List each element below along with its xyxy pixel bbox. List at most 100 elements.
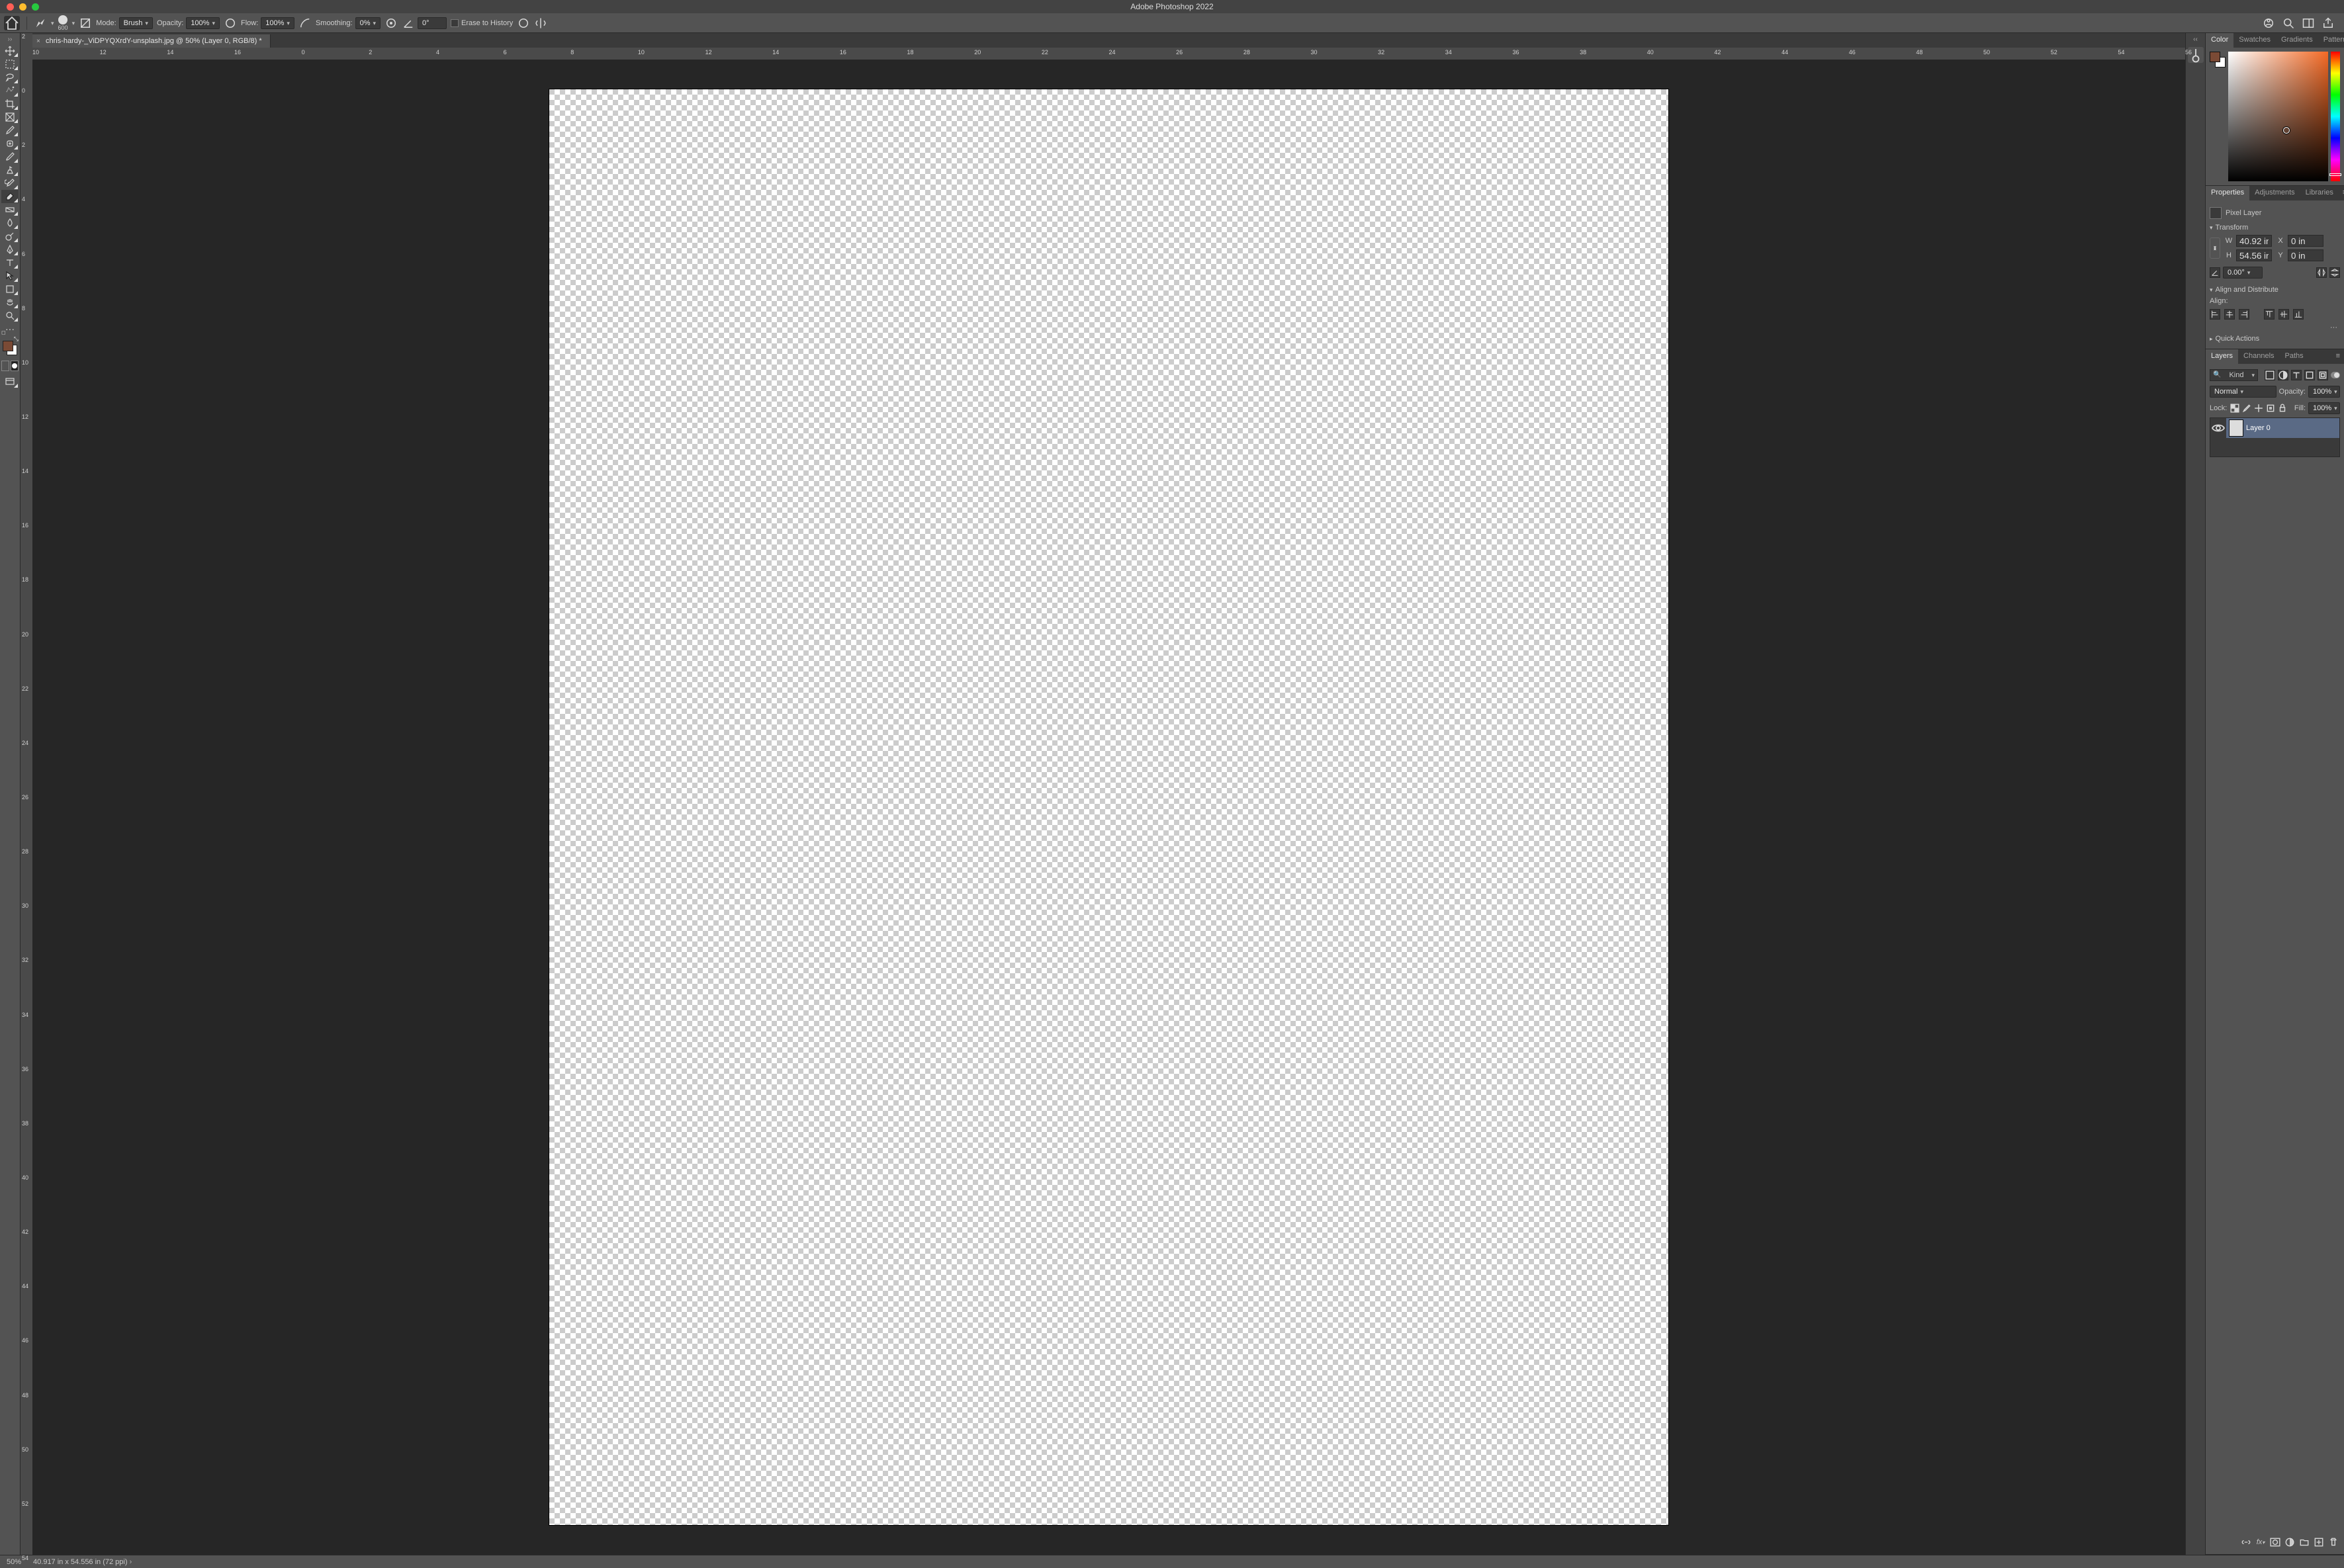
cloud-docs-button[interactable] — [2262, 17, 2275, 30]
canvas-area[interactable] — [32, 60, 2185, 1555]
filter-pixel-icon[interactable] — [2265, 370, 2275, 380]
align-more-button[interactable]: ··· — [2210, 322, 2340, 333]
transform-section-toggle[interactable]: Transform — [2210, 222, 2340, 234]
eraser-tool[interactable] — [1, 190, 19, 203]
quickmask-mode-button[interactable] — [11, 361, 19, 371]
align-vcenter-button[interactable] — [2278, 309, 2289, 320]
filter-shape-icon[interactable] — [2304, 370, 2315, 380]
workspace-button[interactable] — [2302, 17, 2315, 30]
window-minimize-button[interactable] — [19, 3, 26, 11]
brush-picker-chev[interactable] — [72, 19, 75, 27]
quick-actions-toggle[interactable]: Quick Actions — [2210, 333, 2340, 345]
align-hcenter-button[interactable] — [2224, 309, 2235, 320]
selection-tool[interactable] — [1, 84, 19, 97]
search-button[interactable] — [2282, 17, 2295, 30]
opacity-input[interactable]: 100% — [186, 17, 220, 29]
color-swatches[interactable] — [1, 339, 19, 357]
align-right-button[interactable] — [2239, 309, 2249, 320]
layer-filter-select[interactable]: 🔍Kind — [2210, 369, 2258, 381]
hue-slider-cursor[interactable] — [2329, 173, 2341, 176]
height-input[interactable] — [2236, 249, 2272, 261]
gradient-tool[interactable] — [1, 203, 19, 216]
tab-libraries[interactable]: Libraries — [2300, 186, 2339, 200]
align-section-toggle[interactable]: Align and Distribute — [2210, 284, 2340, 296]
default-colors-button[interactable]: ◻ — [1, 329, 6, 335]
lock-transparency-button[interactable] — [2230, 403, 2240, 414]
marquee-tool[interactable] — [1, 58, 19, 71]
type-tool[interactable] — [1, 256, 19, 269]
tab-patterns[interactable]: Patterns — [2318, 33, 2344, 48]
width-input[interactable] — [2236, 235, 2272, 247]
home-button[interactable] — [4, 16, 20, 30]
align-left-button[interactable] — [2210, 309, 2220, 320]
tab-swatches[interactable]: Swatches — [2233, 33, 2276, 48]
smoothing-options-button[interactable] — [384, 17, 398, 30]
clone-stamp-tool[interactable] — [1, 163, 19, 177]
angle-input[interactable]: 0.00° — [2223, 267, 2263, 279]
layer-opacity-input[interactable]: 100% — [2308, 386, 2340, 398]
move-tool[interactable] — [1, 44, 19, 58]
y-input[interactable] — [2288, 249, 2323, 261]
fill-input[interactable]: 100% — [2308, 402, 2340, 414]
blur-tool[interactable] — [1, 216, 19, 230]
filter-smart-icon[interactable] — [2318, 370, 2328, 380]
layers-panel-menu[interactable]: ≡ — [2332, 349, 2344, 364]
zoom-level[interactable]: 50% — [7, 1558, 21, 1566]
filter-adjust-icon[interactable] — [2278, 370, 2288, 380]
lock-pixels-button[interactable] — [2241, 403, 2252, 414]
angle-input[interactable]: 0° — [418, 17, 447, 29]
mode-select[interactable]: Brush — [119, 17, 153, 29]
filter-toggle[interactable] — [2331, 372, 2340, 378]
foreground-color-swatch[interactable] — [3, 341, 13, 351]
erase-history-checkbox[interactable] — [451, 19, 459, 27]
flip-v-button[interactable] — [2329, 267, 2340, 278]
document-canvas[interactable] — [549, 89, 1669, 1525]
layer-list[interactable]: Layer 0 — [2210, 417, 2340, 457]
share-button[interactable] — [2321, 17, 2335, 30]
color-field-cursor[interactable] — [2283, 127, 2290, 134]
lasso-tool[interactable] — [1, 71, 19, 84]
tab-properties[interactable]: Properties — [2206, 186, 2249, 200]
eyedropper-tool[interactable] — [1, 124, 19, 137]
layer-row[interactable]: Layer 0 — [2210, 418, 2339, 438]
doc-info[interactable]: 40.917 in x 54.556 in (72 ppi) — [33, 1558, 132, 1566]
link-wh-button[interactable] — [2210, 238, 2220, 259]
tool-preset-picker[interactable] — [34, 17, 47, 30]
pressure-size-button[interactable] — [517, 17, 530, 30]
color-panel-swatch[interactable] — [2210, 52, 2226, 67]
align-top-button[interactable] — [2264, 309, 2275, 320]
lock-all-button[interactable] — [2277, 403, 2288, 414]
airbrush-button[interactable] — [298, 17, 312, 30]
zoom-tool[interactable] — [1, 309, 19, 322]
tab-adjustments[interactable]: Adjustments — [2249, 186, 2300, 200]
brush-tool[interactable] — [1, 150, 19, 163]
x-input[interactable] — [2288, 235, 2323, 247]
properties-panel-menu[interactable]: ≡ — [2339, 186, 2344, 200]
history-brush-tool[interactable] — [1, 177, 19, 190]
pressure-opacity-button[interactable] — [224, 17, 237, 30]
layer-visibility-toggle[interactable] — [2210, 418, 2226, 438]
color-field[interactable] — [2228, 52, 2328, 181]
path-selection-tool[interactable] — [1, 269, 19, 283]
window-zoom-button[interactable] — [32, 3, 39, 11]
layer-group-button[interactable] — [2299, 1537, 2310, 1547]
frame-tool[interactable] — [1, 110, 19, 124]
crop-tool[interactable] — [1, 97, 19, 110]
adjustment-layer-button[interactable] — [2284, 1537, 2295, 1547]
layer-style-button[interactable]: fx▾ — [2255, 1537, 2266, 1547]
layer-thumbnail[interactable] — [2229, 419, 2243, 437]
tab-gradients[interactable]: Gradients — [2276, 33, 2318, 48]
lock-position-button[interactable] — [2253, 403, 2264, 414]
hand-tool[interactable] — [1, 296, 19, 309]
window-close-button[interactable] — [7, 3, 14, 11]
tool-preset-chev[interactable] — [51, 19, 54, 27]
tab-paths[interactable]: Paths — [2280, 349, 2309, 364]
standard-mode-button[interactable] — [1, 361, 9, 371]
dodge-tool[interactable] — [1, 230, 19, 243]
layer-mask-button[interactable] — [2270, 1537, 2280, 1547]
delete-layer-button[interactable] — [2328, 1537, 2339, 1547]
brush-preview[interactable]: 600 — [58, 15, 68, 31]
link-layers-button[interactable] — [2241, 1537, 2251, 1547]
document-tab[interactable]: × chris-hardy-_ViDPYQXrdY-unsplash.jpg @… — [32, 34, 271, 48]
flow-input[interactable]: 100% — [261, 17, 294, 29]
